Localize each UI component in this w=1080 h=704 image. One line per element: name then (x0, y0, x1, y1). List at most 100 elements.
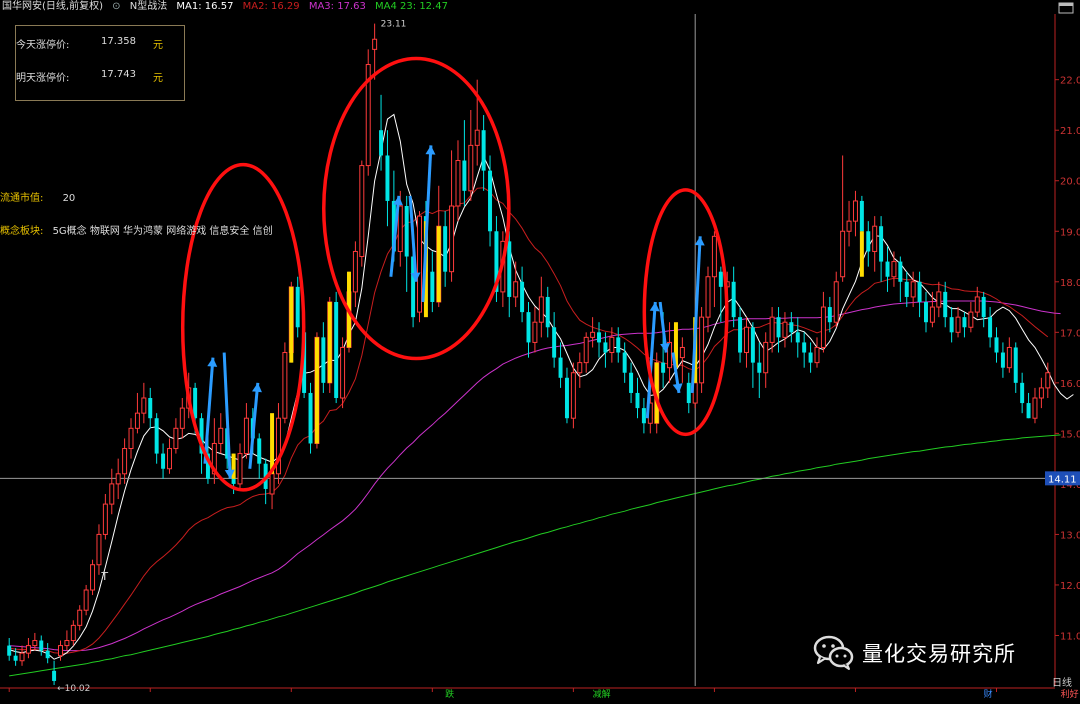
candle-body-up (141, 397, 147, 414)
candle-body-up (936, 291, 942, 308)
candle-body-down (45, 650, 50, 659)
candle-body-up (769, 316, 775, 343)
candle-body-up (577, 362, 583, 374)
signal-bar (270, 413, 275, 474)
candle-body-up (77, 609, 83, 626)
candle-body-down (949, 317, 954, 333)
candle-body-up (32, 640, 38, 647)
candle-body-down (962, 317, 967, 328)
candle-body-up (840, 230, 846, 278)
candle-body-down (981, 296, 986, 318)
candle-body-up (968, 311, 974, 328)
candle-body-up (538, 296, 544, 323)
candle-body-up (122, 448, 128, 475)
candle-body-down (629, 372, 634, 393)
signal-bar (231, 453, 236, 479)
candle-body-up (474, 129, 480, 146)
event-tag: 财 (984, 688, 993, 700)
candle-body-down (507, 241, 512, 297)
ma3-value: MA3: 17.63 (308, 1, 366, 12)
candle-body-up (583, 336, 589, 364)
candle-body-up (763, 341, 769, 374)
trend-arrow-head (207, 357, 218, 367)
trend-arrow-head (252, 382, 262, 393)
candle-body-up (134, 412, 140, 429)
today-limit-unit: 元 (153, 40, 163, 51)
stock-title: 国华网安(日线,前复权) (2, 1, 103, 12)
candle-body-down (379, 130, 384, 156)
candle-body-down (545, 296, 550, 328)
highlight-circle (180, 162, 306, 492)
highlight-circle (642, 188, 729, 437)
candle-body-down (148, 398, 153, 419)
candle-body-down (859, 200, 864, 232)
candle-body-up (820, 306, 826, 348)
candle-body-down (520, 281, 525, 313)
candle-body-down (39, 640, 44, 651)
concept-label: 概念板块: (0, 226, 44, 237)
y-tick-label: 22.00 (1060, 76, 1080, 87)
candle-body-down (988, 317, 993, 338)
candle-body-down (866, 231, 871, 252)
candle-body-down (13, 655, 18, 661)
candle-body-down (686, 382, 691, 404)
candle-body-up (468, 144, 474, 192)
candle-body-up (609, 336, 615, 354)
current-price-label: 14.11 (1048, 474, 1077, 485)
candle-body-up (929, 306, 935, 323)
candle-body-up (1045, 372, 1051, 389)
candle-body-down (750, 327, 755, 363)
candle-body-down (558, 357, 563, 378)
ma4-value: MA4 23: 12.47 (375, 1, 448, 12)
candle-body-up (102, 503, 108, 535)
candle-body-up (782, 321, 788, 338)
indicator-mode-icon[interactable]: ⊙ (112, 1, 120, 12)
event-tag: 利好 (1061, 688, 1079, 700)
y-tick-label: 15.00 (1060, 429, 1080, 440)
concept-row: 概念板块: 5G概念 物联网 华为鸿蒙 网络游戏 信息安全 信创 (0, 222, 273, 237)
high-price-label: 23.11 (381, 20, 407, 30)
y-tick-label: 18.00 (1060, 278, 1080, 289)
candle-body-down (622, 352, 627, 373)
candle-body-up (70, 624, 76, 642)
watermark: 量化交易研究所 (812, 630, 1052, 674)
candle-body-down (1020, 382, 1025, 404)
candle-body-down (718, 271, 723, 287)
candle-body-up (243, 417, 249, 455)
candle-body-down (334, 302, 339, 398)
candle-body-up (570, 372, 576, 419)
candle-body-down (1013, 347, 1018, 383)
candle-body-up (974, 296, 980, 313)
candle-body-up (269, 473, 275, 495)
candle-body-up (590, 331, 596, 338)
event-tag: 跌 (445, 689, 454, 700)
candle-body-down (641, 408, 646, 424)
candle-body-up (359, 165, 365, 258)
candle-body-down (52, 670, 57, 681)
candle-body-up (1038, 387, 1044, 399)
candle-body-down (917, 281, 922, 302)
candle-body-up (109, 483, 115, 505)
candle-body-up (58, 645, 63, 657)
candle-body-up (532, 321, 538, 343)
candle-body-down (1000, 352, 1005, 368)
candle-body-up (64, 640, 70, 647)
window-restore-icon[interactable] (1058, 2, 1074, 14)
ma2-line (9, 187, 1049, 654)
today-limit-value: 17.358 (101, 36, 136, 47)
t-marker: T (100, 570, 108, 583)
candle-body-down (661, 362, 666, 373)
candle-body-up (833, 281, 839, 323)
tomorrow-limit-value: 17.743 (101, 69, 136, 80)
candlestick-chart: 11.0012.0013.0014.0015.0016.0017.0018.00… (0, 14, 1080, 700)
candle-body-down (776, 317, 781, 338)
candle-body-down (616, 337, 621, 353)
candle-body-down (827, 307, 832, 323)
signal-bar (289, 286, 294, 363)
candle-body-down (923, 302, 928, 323)
candle-body-down (795, 332, 800, 343)
signal-bar (314, 337, 319, 444)
candle-body-up (705, 276, 711, 318)
candle-body-down (462, 160, 467, 191)
low-price-label: ←10.02 (57, 684, 90, 694)
